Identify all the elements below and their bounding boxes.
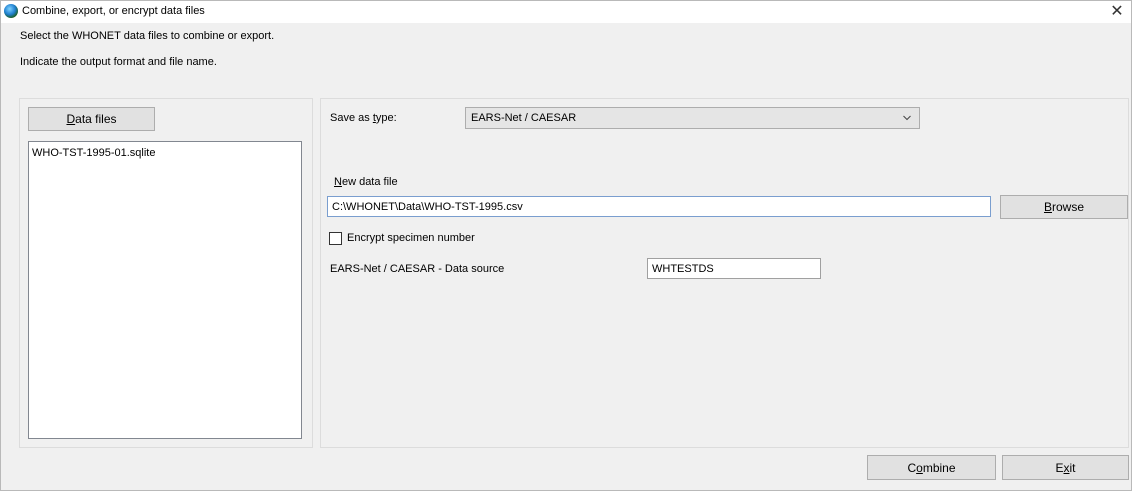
data-files-label: ata files: [75, 112, 117, 126]
title-bar: Combine, export, or encrypt data files ✕: [1, 1, 1131, 23]
data-source-label: EARS-Net / CAESAR - Data source: [330, 263, 505, 275]
list-item[interactable]: WHO-TST-1995-01.sqlite: [32, 147, 155, 159]
close-icon[interactable]: ✕: [1109, 3, 1125, 19]
browse-button[interactable]: Browse: [1000, 195, 1128, 219]
combine-button[interactable]: Co mbine: [867, 455, 996, 480]
dialog-window: Combine, export, or encrypt data files ✕…: [0, 0, 1132, 491]
window-title: Combine, export, or encrypt data files: [22, 5, 205, 17]
exit-button[interactable]: Ex it: [1002, 455, 1129, 480]
data-files-button[interactable]: Data files: [28, 107, 155, 131]
data-files-list[interactable]: WHO-TST-1995-01.sqlite: [28, 141, 302, 439]
save-as-type-label: Save as type:: [330, 112, 397, 124]
new-data-file-label: New data file: [334, 176, 398, 188]
data-files-accel: D: [66, 112, 76, 126]
globe-icon: [4, 4, 18, 18]
chevron-down-icon: [903, 115, 911, 121]
encrypt-checkbox[interactable]: [329, 232, 342, 245]
save-as-type-value: EARS-Net / CAESAR: [471, 112, 577, 124]
encrypt-label[interactable]: Encrypt specimen number: [347, 232, 475, 244]
data-source-input[interactable]: WHTESTDS: [647, 258, 821, 279]
new-data-file-input[interactable]: C:\WHONET\Data\WHO-TST-1995.csv: [327, 196, 991, 217]
instruction-line-1: Select the WHONET data files to combine …: [20, 30, 275, 42]
instruction-line-2: Indicate the output format and file name…: [20, 56, 217, 68]
save-as-type-select[interactable]: EARS-Net / CAESAR: [465, 107, 920, 129]
